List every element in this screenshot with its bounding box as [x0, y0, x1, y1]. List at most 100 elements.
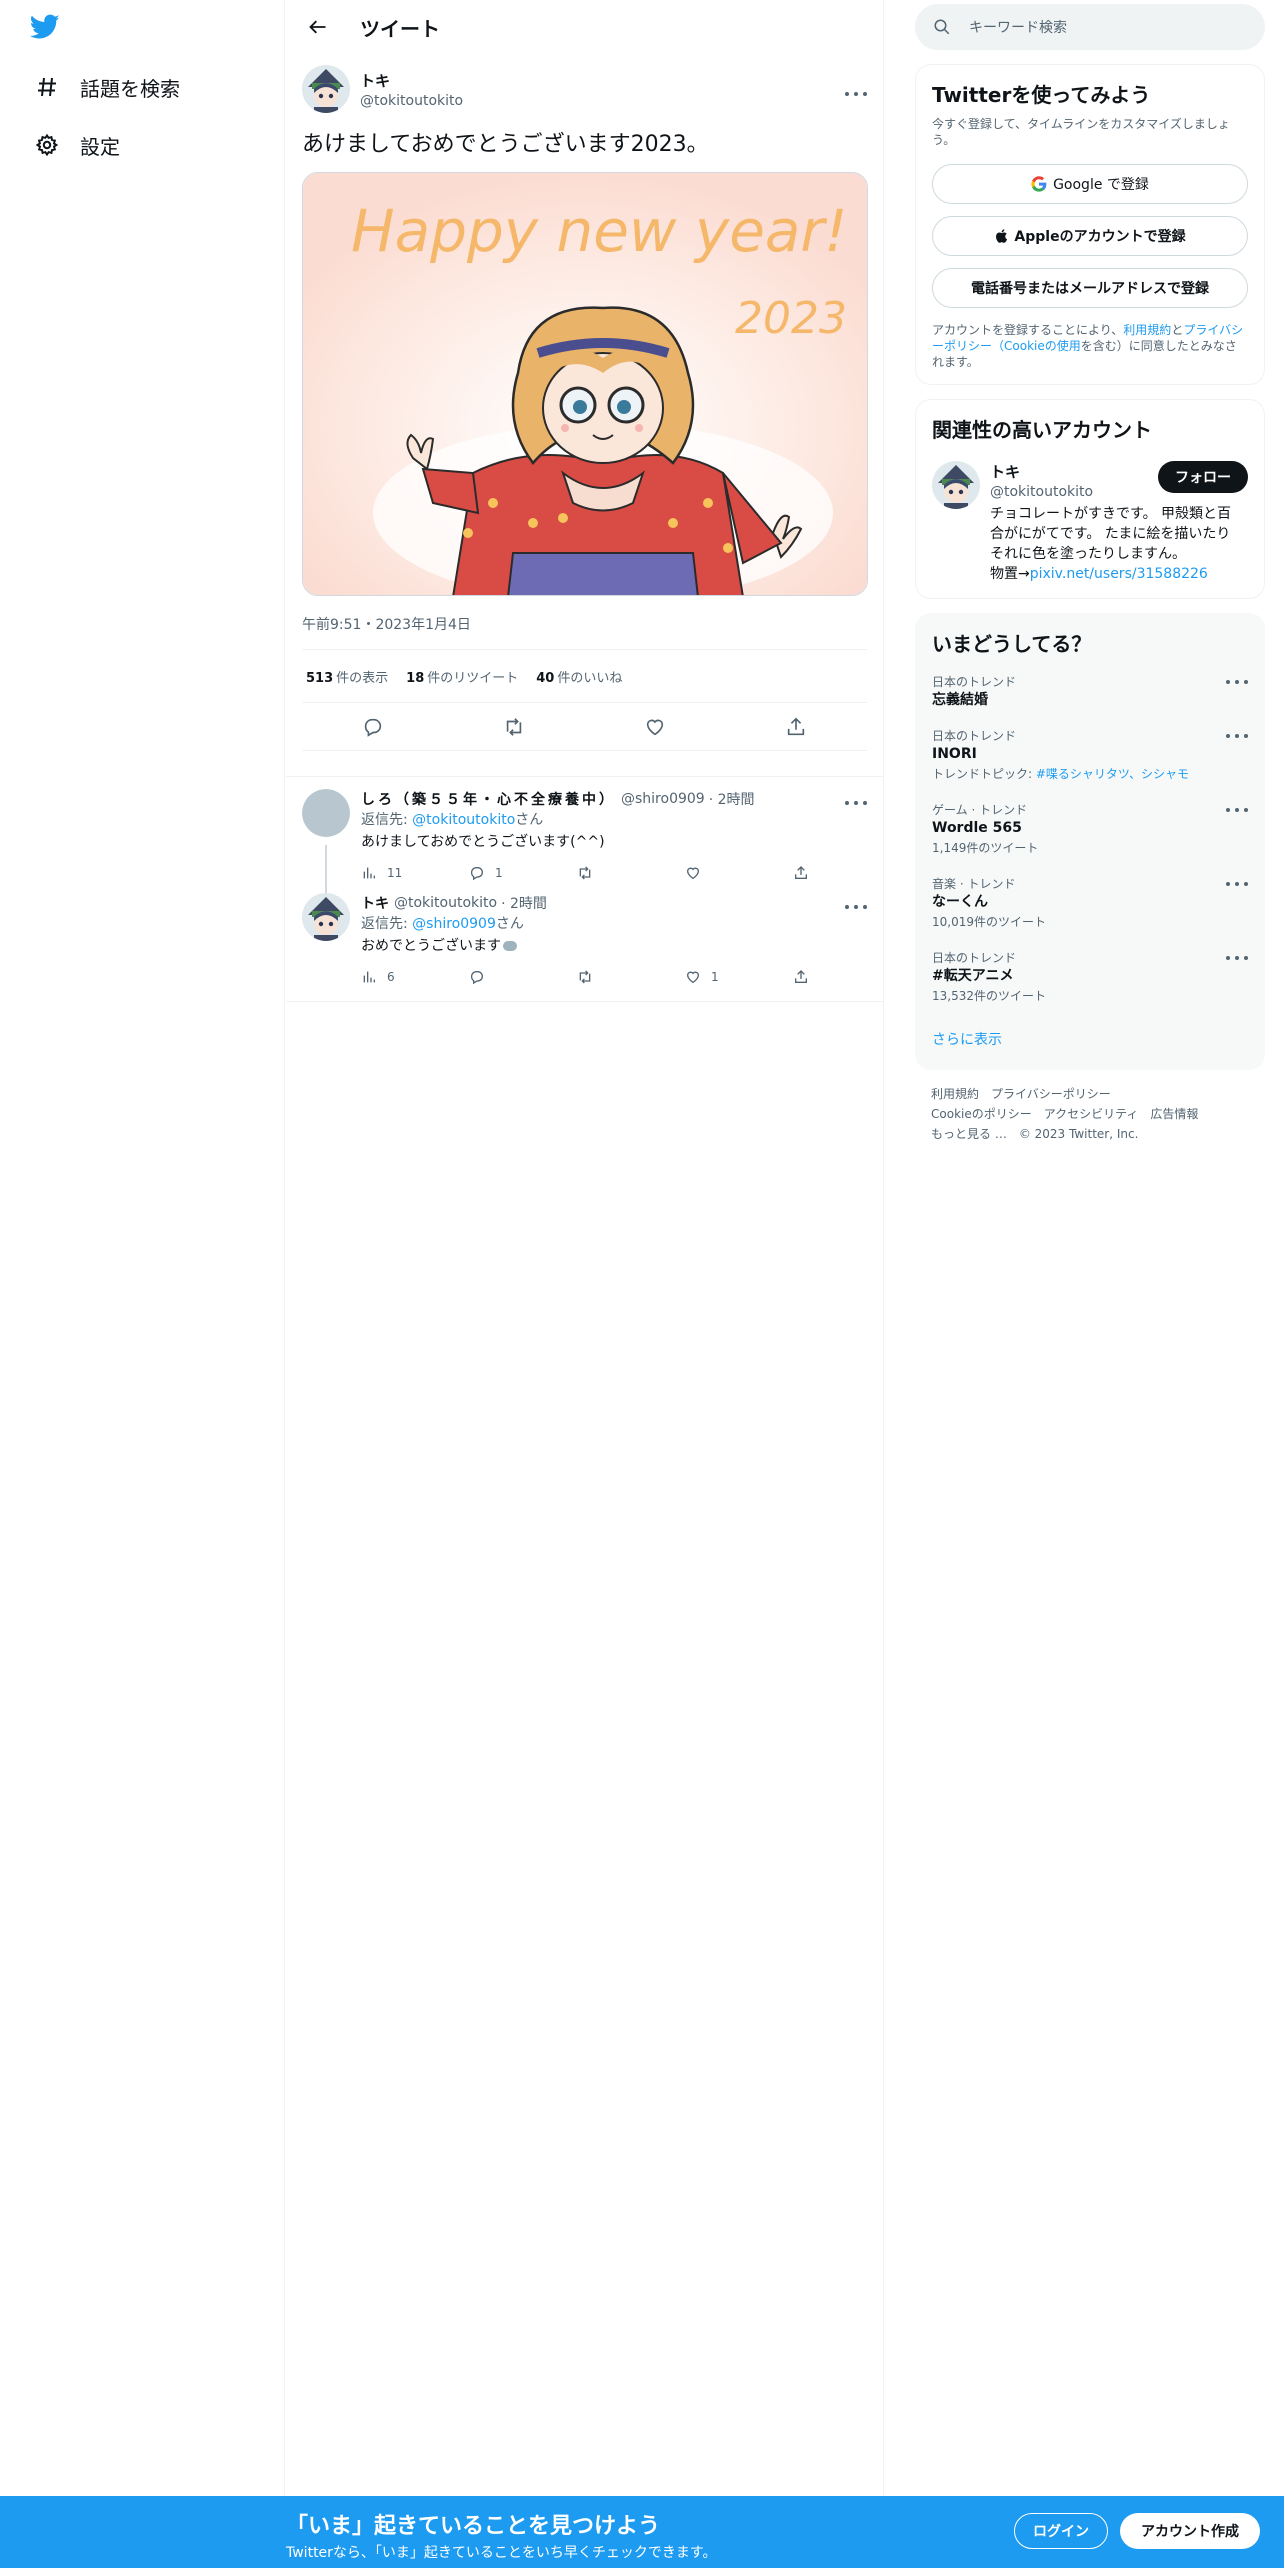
- reply-time[interactable]: · 2時間: [501, 893, 547, 913]
- apple-signup-button[interactable]: Appleのアカウントで登録: [932, 216, 1248, 256]
- trend-item[interactable]: ゲーム · トレンド Wordle 565 1,149件のツイート: [932, 801, 1248, 857]
- more-options-icon[interactable]: [1226, 877, 1248, 891]
- share-button[interactable]: [793, 865, 901, 881]
- more-options-icon[interactable]: [1226, 803, 1248, 817]
- avatar[interactable]: [302, 65, 350, 113]
- reply-button[interactable]: [469, 969, 577, 985]
- banner-title: 「いま」起きていることを見つけよう: [286, 2514, 661, 2539]
- views-count: 11: [387, 866, 403, 880]
- retweet-icon: [579, 970, 591, 984]
- retweets-stat[interactable]: 18 件のリツイート: [406, 667, 518, 686]
- reply-icon[interactable]: [356, 710, 390, 744]
- show-more-link[interactable]: さらに表示: [932, 1029, 1248, 1049]
- author-name[interactable]: トキ: [360, 70, 463, 91]
- reply-author-handle[interactable]: @tokitoutokito: [394, 895, 497, 911]
- hashtag-icon: [32, 72, 62, 102]
- back-button[interactable]: [300, 9, 336, 45]
- google-signup-button[interactable]: Google で登録: [932, 164, 1248, 204]
- tweet-timestamp[interactable]: 午前9:51・2023年1月4日: [302, 614, 867, 634]
- reply-to-link[interactable]: @tokitoutokito: [412, 812, 515, 828]
- views-button[interactable]: 6: [361, 969, 469, 985]
- likes-stat[interactable]: 40 件のいいね: [536, 667, 622, 686]
- share-icon: [795, 866, 807, 879]
- trend-item[interactable]: 日本のトレンド #転天アニメ 13,532件のツイート: [932, 949, 1248, 1005]
- views-icon: [363, 867, 375, 879]
- search-input[interactable]: キーワード検索: [915, 4, 1265, 50]
- retweet-icon: [579, 866, 591, 880]
- tweet-actions: [302, 703, 867, 751]
- share-icon: [795, 970, 807, 983]
- reply-actions: 6 1: [361, 957, 901, 997]
- more-options-icon[interactable]: [1226, 675, 1248, 689]
- footer-link[interactable]: 広告情報: [1150, 1107, 1198, 1121]
- views-stat[interactable]: 513 件の表示: [306, 667, 388, 686]
- retweet-button[interactable]: [577, 969, 685, 985]
- share-button[interactable]: [793, 969, 901, 985]
- like-button[interactable]: [685, 865, 793, 881]
- reply-to-prefix: 返信先:: [361, 812, 413, 828]
- trend-topics-link[interactable]: #喋るシャリタツ、シシャモ: [1036, 767, 1189, 781]
- trend-name: #転天アニメ: [932, 968, 1014, 984]
- follow-button[interactable]: フォロー: [1158, 461, 1248, 493]
- like-icon[interactable]: [638, 710, 672, 744]
- reply-tweet[interactable]: トキ @tokitoutokito · 2時間 返信先: @shiro0909さ…: [286, 893, 883, 1002]
- bio-link[interactable]: pixiv.net/users/31588226: [1030, 566, 1208, 582]
- like-icon: [686, 867, 700, 880]
- tweet-image[interactable]: Happy new year! 2023: [302, 172, 868, 596]
- page-title: ツイート: [360, 16, 440, 41]
- like-icon: [686, 971, 700, 984]
- more-options-icon[interactable]: [845, 87, 867, 101]
- share-icon[interactable]: [779, 710, 813, 744]
- reply-time[interactable]: · 2時間: [709, 789, 755, 809]
- more-options-icon[interactable]: [1226, 951, 1248, 965]
- create-account-button[interactable]: アカウント作成: [1120, 2513, 1260, 2549]
- retweet-button[interactable]: [577, 865, 685, 881]
- related-bio: チョコレートがすきです。 甲殻類と百合がにがてです。 たまに絵を描いたりそれに色…: [990, 504, 1240, 584]
- trend-count: 1,149件のツイート: [932, 841, 1039, 855]
- trend-context: 音楽 · トレンド: [932, 877, 1016, 891]
- apple-signup-label: Appleのアカウントで登録: [1014, 229, 1186, 245]
- phone-signup-button[interactable]: 電話番号またはメールアドレスで登録: [932, 268, 1248, 308]
- avatar[interactable]: [302, 893, 350, 941]
- reply-author-name[interactable]: トキ: [361, 893, 389, 913]
- footer-link[interactable]: プライバシーポリシー: [991, 1087, 1111, 1101]
- signup-subtitle: 今すぐ登録して、タイムラインをカスタマイズしましょう。: [932, 117, 1230, 147]
- trend-item[interactable]: 音楽 · トレンド なーくん 10,019件のツイート: [932, 875, 1248, 931]
- retweet-icon[interactable]: [497, 710, 531, 744]
- related-account[interactable]: トキ @tokitoutokito チョコレートがすきです。 甲殻類と百合がにが…: [932, 461, 1248, 584]
- login-button[interactable]: ログイン: [1014, 2513, 1108, 2549]
- reply-tweet[interactable]: しろ（築５５年・心不全療養中） @shiro0909 · 2時間 返信先: @t…: [286, 777, 883, 897]
- like-button[interactable]: 1: [685, 969, 793, 985]
- retweets-label: 件のリツイート: [427, 670, 519, 686]
- arrow-left-icon: [309, 20, 326, 34]
- reply-author-name[interactable]: しろ（築５５年・心不全療養中）: [361, 789, 616, 809]
- more-options-icon[interactable]: [845, 900, 867, 914]
- trend-count: 10,019件のツイート: [932, 915, 1046, 929]
- footer-link[interactable]: アクセシビリティ: [1044, 1107, 1139, 1121]
- author-handle[interactable]: @tokitoutokito: [360, 93, 463, 109]
- views-button[interactable]: 11: [361, 865, 469, 881]
- signup-banner: 「いま」起きていることを見つけよう Twitterなら、「いま」起きていることを…: [0, 2496, 1284, 2568]
- footer-more-link[interactable]: もっと見る …: [931, 1127, 1007, 1141]
- reply-author-handle[interactable]: @shiro0909: [621, 791, 705, 807]
- footer-link[interactable]: Cookieのポリシー: [931, 1107, 1032, 1121]
- image-headline: Happy new year!: [351, 197, 848, 265]
- terms-text: と: [1171, 323, 1184, 337]
- trend-context: 日本のトレンド: [932, 951, 1017, 965]
- twitter-bird-icon[interactable]: [29, 14, 66, 44]
- reply-button[interactable]: 1: [469, 865, 577, 881]
- sidebar-item-explore[interactable]: 話題を検索: [32, 67, 180, 107]
- avatar[interactable]: [932, 461, 980, 509]
- more-options-icon[interactable]: [845, 796, 867, 810]
- trend-topics-prefix: トレンドトピック:: [932, 767, 1036, 781]
- sidebar-item-settings[interactable]: 設定: [32, 125, 120, 165]
- footer-link[interactable]: 利用規約: [931, 1087, 979, 1101]
- trend-item[interactable]: 日本のトレンド INORI トレンドトピック: #喋るシャリタツ、シシャモ: [932, 727, 1248, 783]
- reply-to-link[interactable]: @shiro0909: [412, 916, 496, 932]
- left-sidebar: 話題を検索 設定: [0, 0, 285, 2568]
- apple-icon: [994, 228, 1008, 244]
- more-options-icon[interactable]: [1226, 729, 1248, 743]
- terms-link[interactable]: 利用規約: [1123, 323, 1171, 337]
- avatar[interactable]: [302, 789, 350, 837]
- trend-item[interactable]: 日本のトレンド 忘義結婚: [932, 673, 1248, 711]
